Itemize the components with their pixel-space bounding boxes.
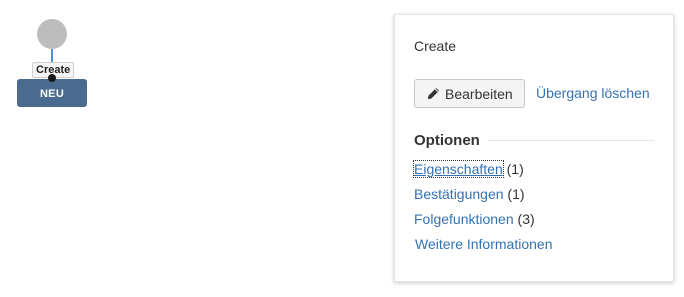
- properties-link[interactable]: Eigenschaften: [413, 160, 504, 178]
- edit-button-label: Bearbeiten: [445, 85, 513, 102]
- edit-button[interactable]: Bearbeiten: [414, 79, 525, 108]
- option-row-conditions: Bestätigungen (1): [414, 186, 525, 202]
- pencil-icon: [427, 87, 440, 100]
- delete-transition-link[interactable]: Übergang löschen: [536, 85, 650, 101]
- validators-link[interactable]: Bestätigungen: [414, 186, 504, 202]
- option-row-properties: Eigenschaften (1): [413, 160, 524, 178]
- post-functions-link[interactable]: Folgefunktionen: [414, 211, 514, 227]
- initial-state-node[interactable]: [37, 19, 67, 49]
- options-section-header: Optionen: [414, 130, 654, 150]
- workflow-canvas: Create NEU Create Bearbeiten Übergang lö…: [0, 0, 684, 297]
- properties-count: (1): [506, 161, 524, 177]
- more-info-link[interactable]: Weitere Informationen: [415, 236, 552, 252]
- validators-count: (1): [507, 186, 525, 202]
- options-heading: Optionen: [414, 131, 480, 149]
- panel-title: Create: [414, 38, 457, 54]
- transition-properties-panel: Create Bearbeiten Übergang löschen Optio…: [394, 14, 674, 282]
- status-node-neu[interactable]: NEU: [17, 79, 87, 107]
- section-divider: [487, 139, 654, 141]
- transition-endpoint-dot: [48, 74, 56, 82]
- post-functions-count: (3): [517, 211, 535, 227]
- option-row-post-functions: Folgefunktionen (3): [414, 211, 535, 227]
